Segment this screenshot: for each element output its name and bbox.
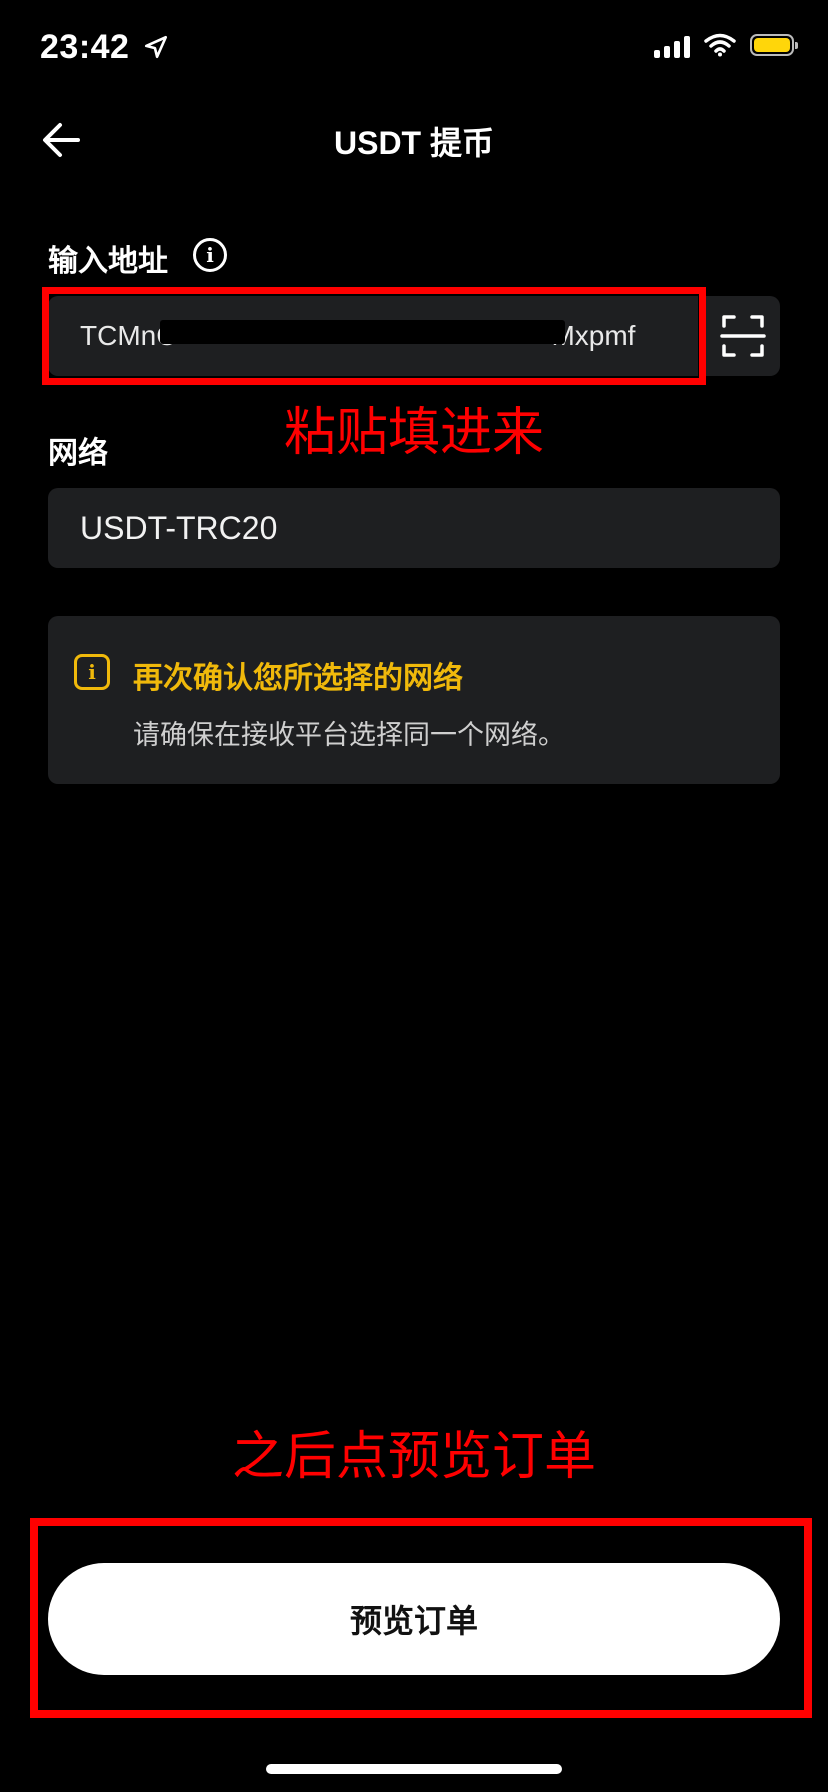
scan-icon [720,315,766,357]
preview-order-button[interactable]: 预览订单 [48,1563,780,1675]
annotation-paste-text: 粘贴填进来 [283,403,544,463]
scan-button[interactable] [706,296,780,376]
warning-card [48,616,780,784]
warning-text: 请确保在接收平台选择同一个网络。 [133,720,565,750]
home-indicator [266,1764,562,1774]
address-label: 输入地址 [48,245,168,278]
page-title: USDT 提币 [333,125,494,161]
warning-info-icon: i [74,654,110,690]
info-icon[interactable]: i [193,238,227,272]
location-arrow-icon [145,35,168,59]
warning-title: 再次确认您所选择的网络 [133,662,463,695]
wifi-icon [704,33,736,57]
battery-icon [750,34,798,56]
signal-icon [654,32,690,58]
network-label: 网络 [48,437,108,470]
status-time: 23:42 [40,28,169,67]
annotation-box-address [42,287,706,385]
annotation-preview-text: 之后点预览订单 [231,1427,596,1487]
status-icons [654,32,798,58]
network-select[interactable]: USDT-TRC20 [48,488,780,568]
